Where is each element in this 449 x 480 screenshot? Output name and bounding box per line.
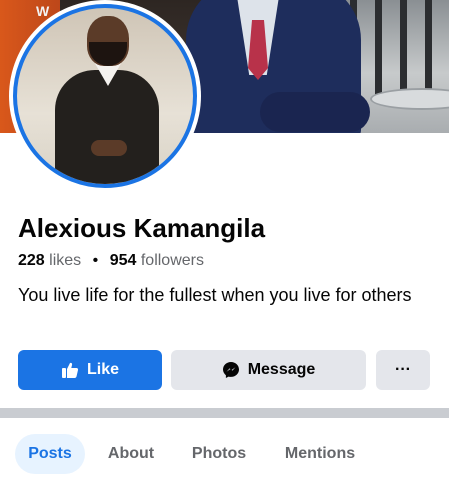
likes-count: 228 [18,252,45,269]
likes-label[interactable]: likes [49,252,81,269]
tab-label: Mentions [284,445,356,462]
followers-count: 954 [109,252,137,269]
followers-label[interactable]: followers [141,252,204,269]
section-divider [0,408,449,418]
profile-bio: You live life for the fullest when you l… [18,285,412,305]
tab-posts[interactable]: Posts [15,434,85,474]
like-button[interactable]: Like [18,350,162,390]
tab-photos[interactable]: Photos [180,434,258,474]
tab-label: About [107,445,155,462]
profile-stats: 228 likes • 954 followers [18,252,204,270]
more-options-button[interactable]: ··· [376,350,430,390]
message-button-label: Message [247,361,316,378]
like-button-label: Like [86,361,119,378]
tab-label: Posts [28,445,72,462]
messenger-icon [222,361,240,379]
like-thumb-icon [61,361,79,379]
tab-about[interactable]: About [98,434,164,474]
more-dots-icon: ··· [395,361,411,378]
avatar-ring [13,4,197,188]
cover-text: W [36,3,51,19]
tab-mentions[interactable]: Mentions [274,434,366,474]
stats-separator: • [92,252,99,269]
message-button[interactable]: Message [171,350,366,390]
profile-avatar[interactable] [9,0,201,192]
tab-label: Photos [191,445,247,462]
profile-name: Alexious Kamangila [18,213,266,243]
